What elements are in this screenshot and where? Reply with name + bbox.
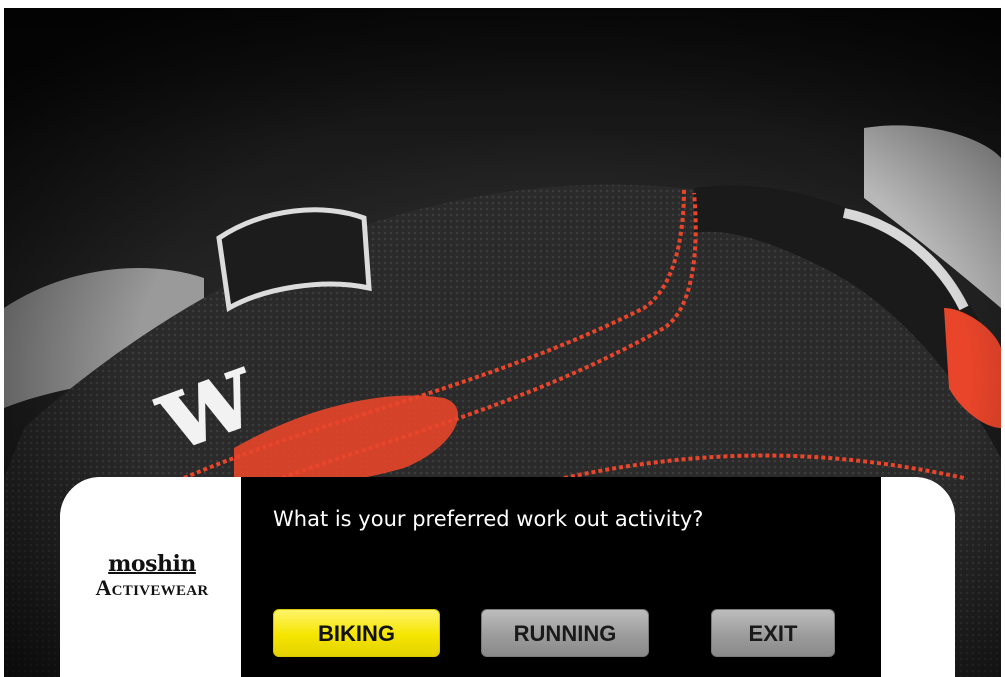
prompt-panel: moshin Activewear What is your preferred… <box>60 477 955 677</box>
panel-right-cap <box>881 477 955 677</box>
running-button[interactable]: RUNNING <box>481 609 649 657</box>
question-area: What is your preferred work out activity… <box>241 477 881 677</box>
screen: w moshin Activewear What is your preferr… <box>0 0 1005 677</box>
logo-subtitle: Activewear <box>95 575 209 600</box>
brand-logo-box: moshin Activewear <box>60 477 240 677</box>
biking-button[interactable]: BIKING <box>273 609 440 657</box>
exit-button[interactable]: EXIT <box>711 609 835 657</box>
logo-wordmark: moshin <box>108 551 196 577</box>
question-text: What is your preferred work out activity… <box>273 507 704 531</box>
brand-logo: moshin Activewear <box>72 553 232 601</box>
